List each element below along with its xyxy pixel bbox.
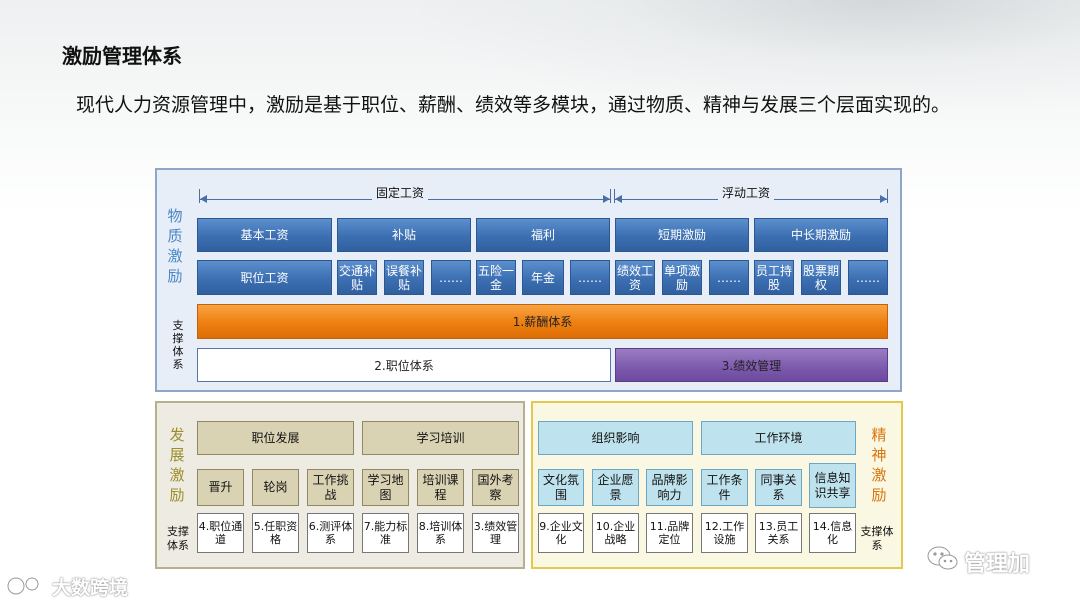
float-salary-header: 浮动工资 — [718, 184, 775, 201]
header-learning-training: 学习培训 — [362, 421, 519, 455]
fixed-header-arrowhead-left — [200, 195, 207, 203]
item-work-conditions: 工作条件 — [701, 469, 748, 506]
item-meal-allowance: 误餐补贴 — [384, 260, 424, 295]
watermark-right-text: 管理加 — [964, 552, 1031, 577]
header-organizational-influence: 组织影响 — [538, 421, 693, 455]
support-corporate-strategy: 10.企业战略 — [592, 513, 639, 553]
item-long-term-more: …… — [848, 260, 888, 295]
item-annuity: 年金 — [522, 260, 564, 295]
item-brand-influence: 品牌影响力 — [646, 469, 693, 506]
item-single-incentive: 单项激励 — [662, 260, 702, 295]
category-short-term-incentive: 短期激励 — [615, 218, 749, 252]
position-system-bar: 2.职位体系 — [197, 348, 611, 382]
item-job-rotation: 轮岗 — [252, 469, 299, 506]
item-position-salary: 职位工资 — [197, 260, 332, 295]
page-subtitle: 现代人力资源管理中，激励是基于职位、薪酬、绩效等多模块，通过物质、精神与发展三个… — [76, 94, 951, 116]
category-benefits: 福利 — [476, 218, 610, 252]
item-allowance-more: …… — [431, 260, 471, 295]
category-long-term-incentive: 中长期激励 — [754, 218, 888, 252]
float-header-arrowhead-left — [615, 195, 622, 203]
support-employee-relations: 13.员工关系 — [755, 513, 802, 553]
support-assessment-system: 6.测评体系 — [307, 513, 354, 553]
item-knowledge-sharing: 信息知识共享 — [809, 463, 856, 508]
page-title: 激励管理体系 — [62, 44, 182, 68]
support-training-system: 8.培训体系 — [417, 513, 464, 553]
support-career-path: 4.职位通道 — [197, 513, 244, 553]
performance-management-bar: 3.绩效管理 — [615, 348, 888, 382]
development-incentive-label: 发展激励 — [169, 426, 185, 504]
item-promotion: 晋升 — [197, 469, 244, 506]
header-position-development: 职位发展 — [197, 421, 354, 455]
item-benefits-more: …… — [570, 260, 610, 295]
item-learning-map: 学习地图 — [362, 469, 409, 506]
item-training-courses: 培训课程 — [417, 469, 464, 506]
watermark-left-text: 大数跨境 — [52, 577, 129, 599]
item-culture-atmosphere: 文化氛围 — [538, 469, 584, 506]
support-competency-standard: 7.能力标准 — [362, 513, 409, 553]
item-work-challenge: 工作挑战 — [307, 469, 354, 506]
spiritual-support-label: 支撑体系 — [860, 525, 894, 552]
fixed-header-arrowhead-right — [603, 195, 610, 203]
item-colleague-relations: 同事关系 — [755, 469, 802, 506]
float-header-arrowhead-right — [880, 195, 887, 203]
material-support-label: 支撑体系 — [172, 319, 184, 371]
fixed-header-tick-right — [610, 189, 611, 203]
support-informatization: 14.信息化 — [809, 513, 856, 553]
support-work-facilities: 12.工作设施 — [701, 513, 748, 553]
category-allowance: 补贴 — [337, 218, 471, 252]
fixed-salary-header: 固定工资 — [372, 184, 429, 201]
item-corporate-vision: 企业愿景 — [592, 469, 639, 506]
watermark-right-wechat-icon — [926, 544, 960, 574]
salary-system-bar: 1.薪酬体系 — [197, 304, 888, 339]
support-performance-management: 3.绩效管理 — [472, 513, 519, 553]
header-work-environment: 工作环境 — [701, 421, 856, 455]
support-corporate-culture: 9.企业文化 — [538, 513, 584, 553]
category-base-salary: 基本工资 — [197, 218, 332, 252]
item-overseas-visit: 国外考察 — [472, 469, 519, 506]
item-short-term-more: …… — [709, 260, 749, 295]
item-stock-option: 股票期权 — [801, 260, 841, 295]
item-performance-salary: 绩效工资 — [615, 260, 655, 295]
item-employee-stock: 员工持股 — [754, 260, 794, 295]
spiritual-incentive-label: 精神激励 — [871, 426, 887, 504]
watermark-left-logo-icon — [6, 572, 46, 600]
float-header-tick-right — [887, 189, 888, 203]
support-qualification: 5.任职资格 — [252, 513, 299, 553]
support-brand-positioning: 11.品牌定位 — [646, 513, 693, 553]
material-incentive-label: 物质激励 — [167, 207, 183, 285]
development-support-label: 支撑体系 — [167, 525, 189, 552]
item-transport-allowance: 交通补贴 — [337, 260, 377, 295]
item-social-insurance: 五险一金 — [476, 260, 516, 295]
